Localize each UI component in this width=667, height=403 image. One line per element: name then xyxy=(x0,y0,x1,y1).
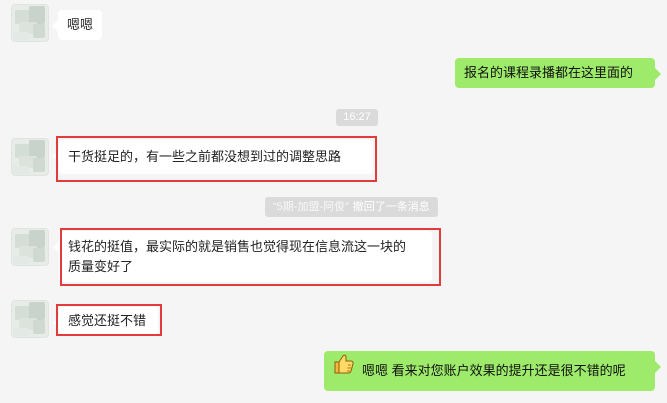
recall-notice: “5期-加盟-阿俊” 撤回了一条消息 xyxy=(265,197,438,217)
outgoing-message-bubble[interactable]: 报名的课程录播都在这里面的 xyxy=(455,58,661,88)
avatar-pixel-block xyxy=(13,166,29,174)
message-line: 钱花的挺值，最实际的就是销售也觉得现在信息流这一块的 xyxy=(68,239,407,254)
avatar-pixel-block xyxy=(33,248,45,262)
timestamp: 16:27 xyxy=(336,109,378,126)
message-text: 干货挺足的，有一些之前都没想到过的调整思路 xyxy=(68,149,342,164)
incoming-message-bubble[interactable]: 感觉还挺不错 xyxy=(53,307,158,334)
contact-avatar[interactable] xyxy=(11,300,49,338)
contact-avatar[interactable] xyxy=(11,138,49,176)
contact-avatar[interactable] xyxy=(11,228,49,266)
incoming-message-bubble[interactable]: 钱花的挺值，最实际的就是销售也觉得现在信息流这一块的 质量变好了 xyxy=(53,231,432,282)
thumbs-up-icon xyxy=(332,351,356,391)
message-text: 嗯嗯 看来对您账户效果的提升还是很不错的呢 xyxy=(362,363,626,378)
message-text: 报名的课程录播都在这里面的 xyxy=(464,65,634,80)
avatar-pixel-block xyxy=(33,24,45,38)
incoming-message-bubble[interactable]: 干货挺足的，有一些之前都没想到过的调整思路 xyxy=(53,140,373,174)
message-text: 感觉还挺不错 xyxy=(68,313,147,328)
chat-window: 嗯嗯 报名的课程录播都在这里面的 16:27 干货挺足的，有一些之前都没想到过的… xyxy=(0,0,667,403)
message-text: 嗯嗯 xyxy=(67,17,94,32)
avatar-pixel-block xyxy=(13,256,29,264)
message-line: 质量变好了 xyxy=(68,259,134,274)
avatar-pixel-block xyxy=(13,32,29,40)
outgoing-message-bubble[interactable]: 嗯嗯 看来对您账户效果的提升还是很不错的呢 xyxy=(324,351,661,391)
recall-name: “5期-加盟-阿俊” xyxy=(273,201,349,213)
avatar-pixel-block xyxy=(33,158,45,172)
recall-text: 撤回了一条消息 xyxy=(352,201,430,213)
avatar-pixel-block xyxy=(13,328,29,336)
contact-avatar[interactable] xyxy=(11,4,49,42)
incoming-message-bubble[interactable]: 嗯嗯 xyxy=(51,10,103,40)
avatar-pixel-block xyxy=(33,320,45,334)
